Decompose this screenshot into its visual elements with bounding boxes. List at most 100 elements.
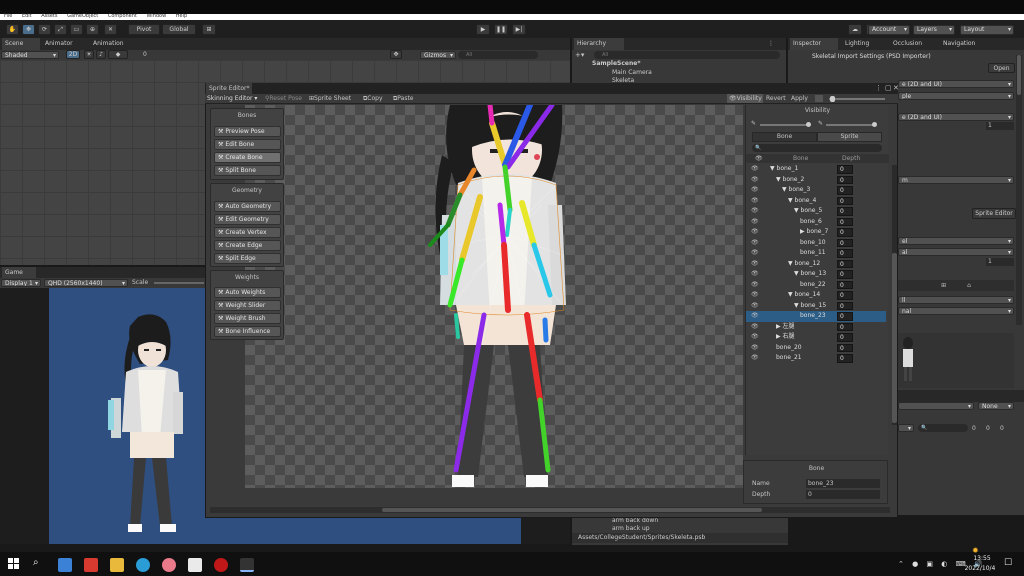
bone-row[interactable]: 👁 ▼ bone_5 0 xyxy=(746,206,886,217)
tab-occlusion[interactable]: Occlusion xyxy=(890,38,938,50)
browser-icon[interactable] xyxy=(136,558,150,572)
hierarchy-menu-icon[interactable]: ⋮ xyxy=(768,40,774,47)
shading-dropdown[interactable]: Shaded xyxy=(1,51,59,59)
inspector-field-h[interactable]: nal xyxy=(898,307,1014,315)
bone-name-field[interactable]: bone_23 xyxy=(806,479,880,488)
taskbar-app-icon-1[interactable] xyxy=(58,558,72,572)
folder-icon[interactable] xyxy=(110,558,124,572)
tab-scene[interactable]: Scene xyxy=(2,38,40,50)
play-button[interactable]: ▶ xyxy=(476,24,490,35)
visibility-scrollbar[interactable] xyxy=(892,165,897,425)
window-menu-icon[interactable]: ⋮ xyxy=(875,84,882,92)
eye-icon[interactable]: 👁 xyxy=(751,217,759,228)
bone-row-depth[interactable]: 0 xyxy=(837,312,853,321)
eye-icon[interactable]: 👁 xyxy=(751,227,759,238)
bone-row[interactable]: 👁 ▼ bone_3 0 xyxy=(746,185,886,196)
bone-influence-button[interactable]: ⚒ Bone Influence xyxy=(214,326,281,337)
bone-row[interactable]: 👁 ▼ bone_1 0 xyxy=(746,164,886,175)
eye-icon[interactable]: 👁 xyxy=(751,175,759,186)
scale-tool-button[interactable]: ⤢ xyxy=(54,24,67,35)
lighting-toggle[interactable]: ☀ xyxy=(84,50,94,59)
tab-sprite[interactable]: Sprite xyxy=(817,132,882,142)
layout-dropdown[interactable]: Layout xyxy=(960,25,1014,35)
bone-row-depth[interactable]: 0 xyxy=(837,333,853,342)
step-button[interactable]: ▶| xyxy=(512,24,526,35)
bone-opacity-slider[interactable] xyxy=(760,124,810,126)
eye-icon[interactable]: 👁 xyxy=(751,196,759,207)
revert-button[interactable]: Revert xyxy=(766,95,786,102)
eye-icon[interactable]: 👁 xyxy=(751,259,759,270)
edit-bone-button[interactable]: ⚒ Edit Bone xyxy=(214,139,281,150)
bone-row[interactable]: 👁 ▶ 左腿 0 xyxy=(746,322,886,333)
bone-row[interactable]: 👁 ▼ bone_2 0 xyxy=(746,175,886,186)
split-edge-button[interactable]: ⚒ Split Edge xyxy=(214,253,281,264)
hierarchy-add-button[interactable]: +▾ xyxy=(575,51,584,59)
inspector-field-c[interactable]: e (2D and UI) xyxy=(898,113,1014,121)
bone-row-depth[interactable]: 0 xyxy=(837,249,853,258)
bone-row[interactable]: 👁 ▼ bone_4 0 xyxy=(746,196,886,207)
hierarchy-item-scene[interactable]: SampleScene* xyxy=(592,60,640,67)
project-item-arm-back-up[interactable]: arm back up xyxy=(612,525,650,532)
bone-row[interactable]: 👁 bone_20 0 xyxy=(746,343,886,354)
bone-row[interactable]: 👁 bone_10 0 xyxy=(746,238,886,249)
taskbar-app-icon-2[interactable] xyxy=(84,558,98,572)
zoom-slider[interactable] xyxy=(829,98,885,100)
window-maximize-icon[interactable]: ▢ xyxy=(885,84,892,92)
rect-tool-button[interactable]: ▭ xyxy=(70,24,83,35)
inspector-field-b[interactable]: ple xyxy=(898,92,1014,100)
create-bone-button[interactable]: ⚒ Create Bone xyxy=(214,152,281,163)
gizmos-dropdown[interactable]: Gizmos xyxy=(420,51,456,59)
inspector-search-filter[interactable] xyxy=(898,424,914,432)
bone-row[interactable]: 👁 bone_6 0 xyxy=(746,217,886,228)
inspector-field-i[interactable] xyxy=(898,402,974,410)
sprite-sheet-button[interactable]: ⊞Sprite Sheet xyxy=(309,95,351,102)
bone-row-depth[interactable]: 0 xyxy=(837,270,853,279)
sprite-canvas-scrollbar[interactable] xyxy=(210,507,890,513)
bone-row[interactable]: 👁 bone_21 0 xyxy=(746,353,886,364)
tab-animation[interactable]: Animation xyxy=(90,38,138,50)
scene-search-input[interactable]: All xyxy=(458,51,538,59)
weight-slider-button[interactable]: ⚒ Weight Slider xyxy=(214,300,281,311)
audio-toggle[interactable]: ♪ xyxy=(96,50,106,59)
bone-row[interactable]: 👁 bone_11 0 xyxy=(746,248,886,259)
start-icon[interactable] xyxy=(8,558,19,569)
notification-icon[interactable]: ☐ xyxy=(1004,558,1012,568)
bone-row-depth[interactable]: 0 xyxy=(837,354,853,363)
eye-icon[interactable]: 👁 xyxy=(751,353,759,364)
inspector-field-g[interactable]: ll xyxy=(898,296,1014,304)
menu-items[interactable]: File Edit Assets GameObject Component Wi… xyxy=(4,13,187,19)
bone-row-depth[interactable]: 0 xyxy=(837,322,853,331)
alpha-toggle[interactable] xyxy=(815,95,823,102)
eye-icon[interactable]: 👁 xyxy=(751,280,759,291)
bone-row[interactable]: 👁 bone_22 0 xyxy=(746,280,886,291)
inspector-num-a[interactable]: 1 xyxy=(986,122,1014,130)
zoom-slider-thumb[interactable] xyxy=(830,96,835,102)
bone-row-depth[interactable]: 0 xyxy=(837,238,853,247)
bone-row-depth[interactable]: 0 xyxy=(837,228,853,237)
bone-row-depth[interactable]: 0 xyxy=(837,165,853,174)
apply-button[interactable]: Apply xyxy=(791,95,808,102)
bone-row-depth[interactable]: 0 xyxy=(837,196,853,205)
bone-row[interactable]: 👁 ▶ 右腿 0 xyxy=(746,332,886,343)
editor-mode-dropdown[interactable]: Skinning Editor ▾ xyxy=(207,95,257,102)
sprite-canvas-scrollbar-thumb[interactable] xyxy=(382,508,762,512)
bone-search-input[interactable]: 🔍 xyxy=(752,144,882,152)
scene-camera-button[interactable]: ✥ xyxy=(390,50,402,59)
tab-bone[interactable]: Bone xyxy=(752,132,817,142)
eye-icon[interactable]: 👁 xyxy=(751,238,759,249)
pivot-toggle[interactable]: Pivot xyxy=(128,24,160,35)
bone-row-depth[interactable]: 0 xyxy=(837,207,853,216)
bone-row[interactable]: 👁 ▼ bone_14 0 xyxy=(746,290,886,301)
auto-weights-button[interactable]: ⚒ Auto Weights xyxy=(214,287,281,298)
eye-icon[interactable]: 👁 xyxy=(751,164,759,175)
inspector-num-b[interactable]: 1 xyxy=(986,258,1014,266)
project-item-arm-back-down[interactable]: arm back down xyxy=(612,517,658,524)
auto-geometry-button[interactable]: ⚒ Auto Geometry xyxy=(214,201,281,212)
sprite-editor-title-tab[interactable]: Sprite Editor* xyxy=(206,83,252,94)
eye-icon[interactable]: 👁 xyxy=(751,322,759,333)
inspector-field-e[interactable]: el xyxy=(898,237,1014,245)
collab-button[interactable]: ☁ xyxy=(848,24,862,35)
eye-icon[interactable]: 👁 xyxy=(751,311,759,322)
eye-icon[interactable]: 👁 xyxy=(751,185,759,196)
platform-tabs[interactable]: ⊞ ⌂ xyxy=(898,280,1014,291)
